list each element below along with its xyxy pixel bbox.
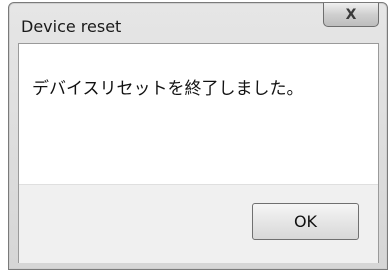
close-button[interactable]: X bbox=[323, 3, 379, 27]
message-area bbox=[19, 44, 378, 184]
close-icon: X bbox=[345, 6, 357, 23]
device-reset-dialog: Device reset X デバイスリセットを終了しました。 OK bbox=[8, 2, 388, 270]
dialog-message: デバイスリセットを終了しました。 bbox=[32, 79, 304, 99]
dialog-title: Device reset bbox=[21, 17, 122, 36]
title-bar[interactable]: Device reset X bbox=[9, 3, 387, 41]
ok-button[interactable]: OK bbox=[252, 203, 359, 240]
